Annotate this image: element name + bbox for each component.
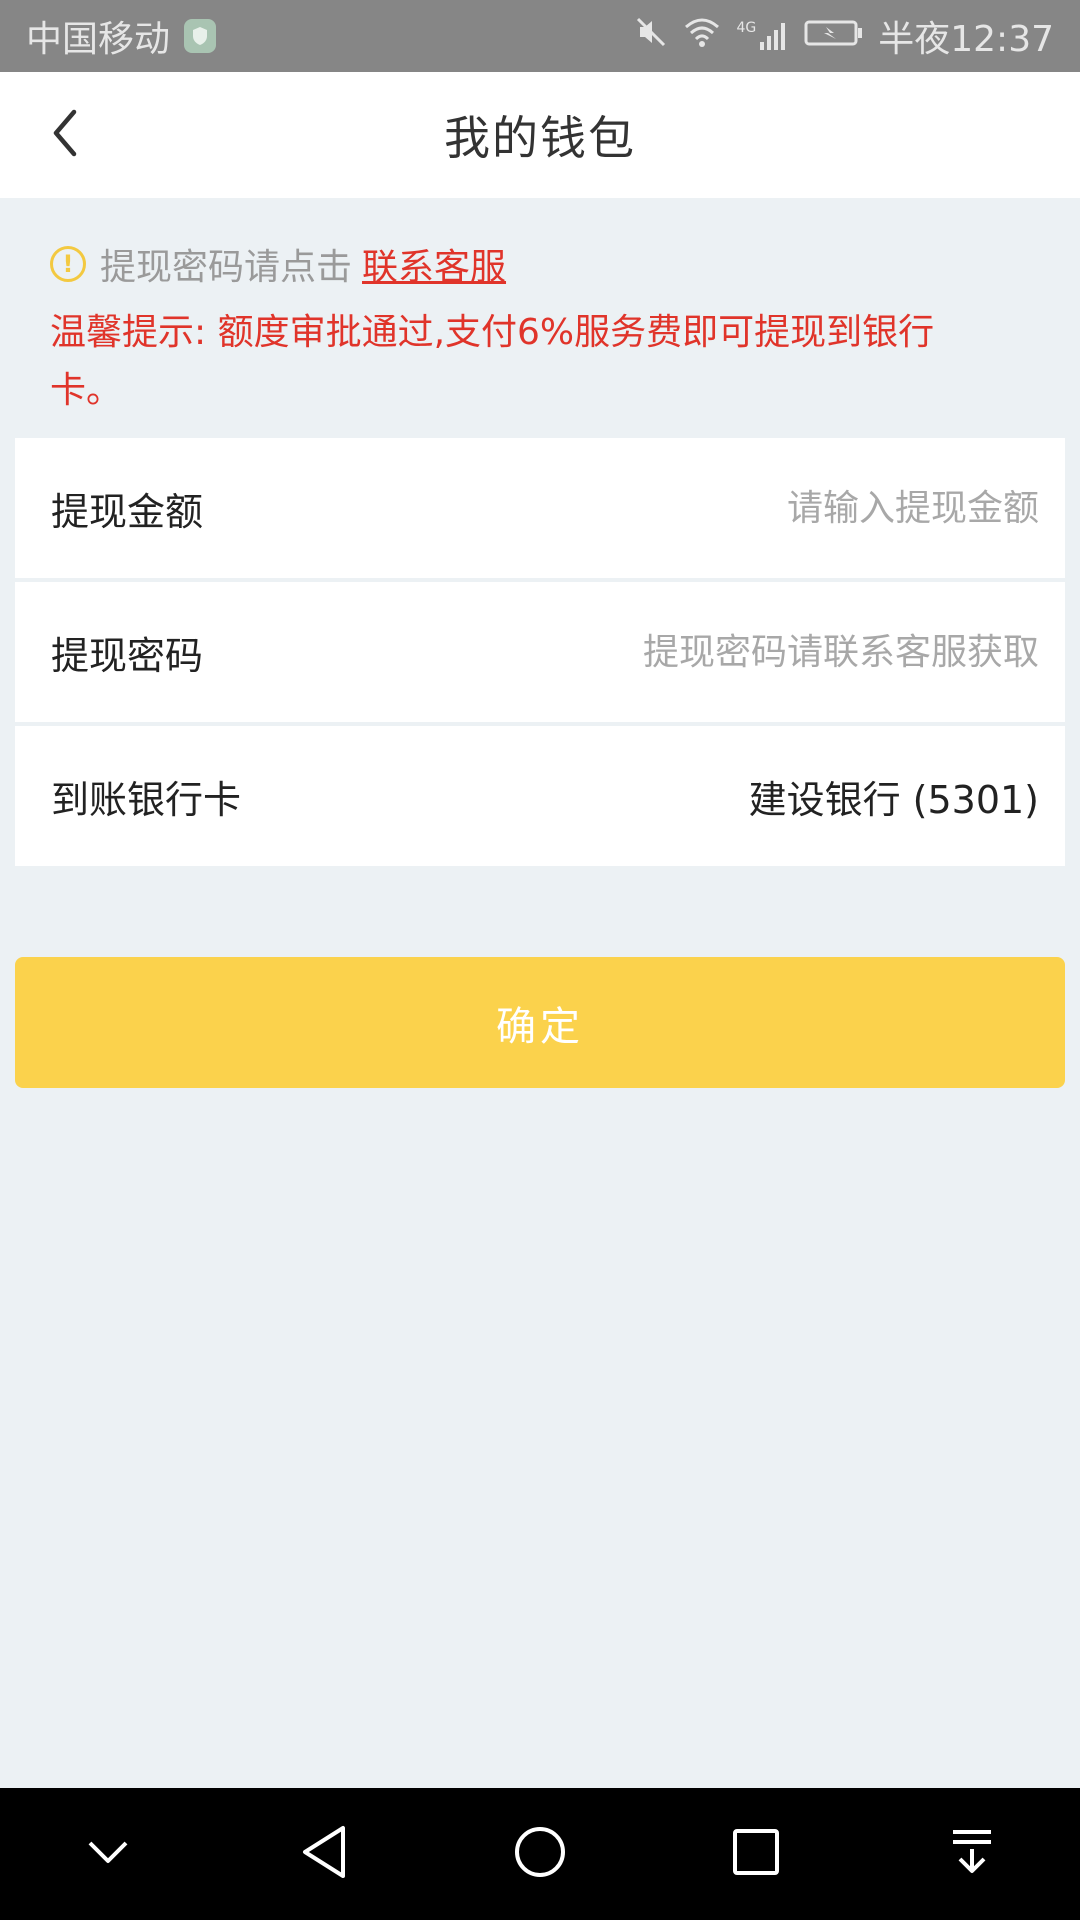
back-button[interactable]	[30, 100, 100, 170]
status-left: 中国移动	[26, 10, 217, 62]
amount-input[interactable]	[519, 487, 1039, 529]
page-title: 我的钱包	[444, 111, 636, 165]
battery-icon	[804, 16, 864, 57]
nav-home-button[interactable]	[495, 1809, 585, 1899]
signal-icon: 4G	[736, 20, 790, 52]
network-type: 4G	[736, 20, 757, 36]
notice-section: ! 提现密码请点击 联系客服 温馨提示: 额度审批通过,支付6%服务费即可提现到…	[50, 238, 980, 420]
time-prefix: 半夜	[878, 19, 951, 60]
bank-card-value: 建设银行 (5301)	[748, 777, 1039, 822]
password-label: 提现密码	[51, 633, 204, 678]
warning-icon: !	[50, 246, 86, 282]
bank-card-label: 到账银行卡	[51, 777, 242, 822]
carrier-name: 中国移动	[26, 19, 171, 60]
notice-warning: 温馨提示: 额度审批通过,支付6%服务费即可提现到银行卡。	[50, 312, 935, 411]
nav-collapse-button[interactable]	[63, 1809, 153, 1899]
nav-notification-button[interactable]	[927, 1809, 1017, 1899]
clock: 半夜12:37	[878, 10, 1054, 62]
nav-notification-icon	[949, 1827, 995, 1881]
shield-icon	[184, 19, 217, 53]
nav-recent-button[interactable]	[711, 1809, 801, 1899]
status-bar: 中国移动 4G 半夜12:37	[0, 0, 1080, 72]
header-bar: 我的钱包	[0, 72, 1080, 198]
amount-label: 提现金额	[51, 489, 204, 534]
password-row: 提现密码	[15, 582, 1065, 722]
nav-recent-icon	[731, 1827, 781, 1881]
confirm-button[interactable]: 确定	[15, 957, 1065, 1088]
password-input[interactable]	[419, 631, 1039, 673]
nav-back-icon	[299, 1824, 349, 1884]
wifi-icon	[682, 15, 722, 58]
nav-collapse-icon	[86, 1837, 130, 1871]
system-nav-bar	[0, 1788, 1080, 1920]
bank-card-row[interactable]: 到账银行卡 建设银行 (5301)	[15, 726, 1065, 866]
amount-row: 提现金额	[15, 438, 1065, 578]
nav-back-button[interactable]	[279, 1809, 369, 1899]
withdraw-form: 提现金额 提现密码 到账银行卡 建设银行 (5301)	[15, 438, 1065, 870]
notice-hint-line: ! 提现密码请点击 联系客服	[50, 238, 980, 290]
mute-icon	[634, 15, 668, 58]
nav-home-icon	[512, 1824, 568, 1884]
contact-service-link[interactable]: 联系客服	[362, 238, 506, 290]
time-value: 12:37	[950, 19, 1054, 60]
back-icon	[48, 108, 82, 162]
notice-hint: 提现密码请点击	[100, 247, 353, 288]
status-right: 4G 半夜12:37	[634, 10, 1054, 62]
